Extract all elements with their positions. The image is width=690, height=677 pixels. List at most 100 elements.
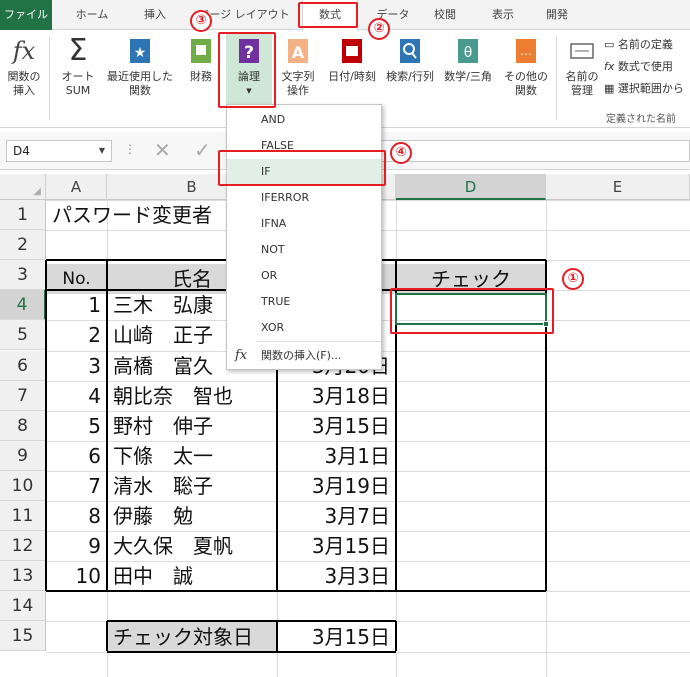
cell-name[interactable]: 野村 伸子: [107, 411, 277, 441]
cell-name[interactable]: 大久保 夏帆: [107, 531, 277, 561]
text-button[interactable]: A 文字列 操作: [276, 32, 320, 98]
row-header-12[interactable]: 12: [0, 531, 46, 562]
fx-small-icon: fx: [604, 60, 618, 73]
row-header-3[interactable]: 3: [0, 260, 46, 291]
dropdown-item-iferror[interactable]: IFERROR: [227, 185, 381, 211]
corner-triangle-icon: ◢: [33, 186, 41, 197]
dropdown-item-or[interactable]: OR: [227, 263, 381, 289]
tab-view[interactable]: 表示: [478, 0, 528, 30]
cell-no[interactable]: 5: [46, 411, 107, 441]
cell-name[interactable]: 伊藤 勉: [107, 501, 277, 531]
tab-insert[interactable]: 挿入: [130, 0, 180, 30]
row-header-10[interactable]: 10: [0, 470, 46, 501]
column-header-e[interactable]: E: [546, 174, 690, 200]
cell-no[interactable]: 6: [46, 441, 107, 471]
target-date-value[interactable]: 3月15日: [277, 622, 396, 652]
cell-date[interactable]: 3月3日: [277, 561, 396, 591]
cell-date[interactable]: 3月18日: [277, 381, 396, 411]
row-header-13[interactable]: 13: [0, 561, 46, 592]
row-header-14[interactable]: 14: [0, 591, 46, 622]
cell-no[interactable]: 1: [46, 290, 107, 320]
cell-name[interactable]: 清水 聡子: [107, 471, 277, 501]
row-header-9[interactable]: 9: [0, 440, 46, 471]
enter-icon[interactable]: ✓: [194, 138, 211, 162]
svg-text:…: …: [520, 44, 532, 58]
theta-book-icon: θ: [455, 36, 481, 66]
calendar-book-icon: [339, 36, 365, 66]
row-header-4[interactable]: 4: [0, 290, 46, 321]
cell-no[interactable]: 8: [46, 501, 107, 531]
drag-handle-icon[interactable]: ⋮: [124, 142, 136, 156]
autosum-button[interactable]: Σ オート SUM: [56, 32, 100, 98]
name-box[interactable]: D4 ▼: [6, 140, 112, 162]
dropdown-insert-function[interactable]: fx 関数の挿入(F)...: [227, 343, 381, 369]
cell-date[interactable]: 3月15日: [277, 531, 396, 561]
cell-date[interactable]: 3月15日: [277, 411, 396, 441]
cancel-icon[interactable]: ✕: [154, 138, 171, 162]
cell-date[interactable]: 3月7日: [277, 501, 396, 531]
cell-no[interactable]: 2: [46, 320, 107, 350]
dropdown-item-ifna[interactable]: IFNA: [227, 211, 381, 237]
row-header-8[interactable]: 8: [0, 410, 46, 441]
target-border-bottom: [107, 650, 396, 653]
row-header-7[interactable]: 7: [0, 380, 46, 411]
cell-no[interactable]: 3: [46, 351, 107, 381]
column-header-d[interactable]: D: [396, 174, 546, 200]
magnifier-book-icon: [397, 36, 423, 66]
row-header-15[interactable]: 15: [0, 621, 46, 652]
cell-no[interactable]: 7: [46, 471, 107, 501]
more-book-icon: …: [513, 36, 539, 66]
row-header-6[interactable]: 6: [0, 350, 46, 381]
row-header-11[interactable]: 11: [0, 501, 46, 532]
target-date-label: チェック対象日: [107, 622, 277, 652]
tab-review[interactable]: 校閲: [420, 0, 470, 30]
cell-date[interactable]: 3月1日: [277, 441, 396, 471]
select-all-corner[interactable]: ◢: [0, 174, 46, 200]
dropdown-item-true[interactable]: TRUE: [227, 289, 381, 315]
callout-number-2: ②: [368, 18, 390, 40]
use-in-formula-button[interactable]: fx 数式で使用: [604, 58, 673, 74]
date-time-button[interactable]: 日付/時刻: [324, 32, 380, 84]
table-border-vertical: [45, 260, 47, 592]
cell-date[interactable]: 3月19日: [277, 471, 396, 501]
more-functions-button[interactable]: … その他の 関数: [500, 32, 552, 98]
name-tag-icon: [569, 36, 595, 66]
row-header-1[interactable]: 1: [0, 200, 46, 231]
insert-function-button[interactable]: fx 関数の 挿入: [4, 32, 44, 98]
row-header-5[interactable]: 5: [0, 320, 46, 351]
cell-no[interactable]: 10: [46, 561, 107, 591]
target-border-top: [107, 620, 396, 623]
cell-name[interactable]: 下條 太一: [107, 441, 277, 471]
row-header-2[interactable]: 2: [0, 230, 46, 261]
lookup-button[interactable]: 検索/行列: [382, 32, 438, 84]
sigma-icon: Σ: [68, 33, 88, 68]
tab-developer[interactable]: 開発: [532, 0, 582, 30]
text-book-icon: A: [285, 36, 311, 66]
name-manager-button[interactable]: 名前の 管理: [562, 32, 602, 98]
star-book-icon: ★: [127, 36, 153, 66]
fx-icon: fx: [235, 348, 248, 363]
callout-number-3: ③: [190, 10, 212, 32]
math-trig-button[interactable]: θ 数学/三角: [440, 32, 496, 84]
logical-functions-dropdown: AND FALSE IF IFERROR IFNA NOT OR TRUE XO…: [226, 104, 382, 370]
create-from-selection-button[interactable]: ▦ 選択範囲から: [604, 80, 684, 96]
cell-name[interactable]: 朝比奈 智也: [107, 381, 277, 411]
define-name-button[interactable]: ▭ 名前の定義: [604, 36, 673, 52]
excel-window: ファイル ホーム 挿入 ページ レイアウト 数式 データ 校閲 表示 開発 fx…: [0, 0, 690, 677]
cell-no[interactable]: 4: [46, 381, 107, 411]
tab-file[interactable]: ファイル: [0, 0, 52, 30]
chevron-down-icon: ▼: [98, 146, 105, 155]
callout-number-4: ④: [390, 142, 412, 164]
cell-no[interactable]: 9: [46, 531, 107, 561]
table-border-vertical: [106, 260, 108, 592]
recently-used-button[interactable]: ★ 最近使用した 関数: [104, 32, 176, 98]
dropdown-item-xor[interactable]: XOR: [227, 315, 381, 341]
tab-home[interactable]: ホーム: [64, 0, 120, 30]
dropdown-item-not[interactable]: NOT: [227, 237, 381, 263]
cell-name[interactable]: 田中 誠: [107, 561, 277, 591]
svg-text:A: A: [292, 43, 305, 62]
financial-button[interactable]: 財務: [180, 32, 222, 84]
column-header-a[interactable]: A: [46, 174, 107, 200]
target-border-vertical: [276, 621, 278, 652]
dropdown-item-and[interactable]: AND: [227, 107, 381, 133]
